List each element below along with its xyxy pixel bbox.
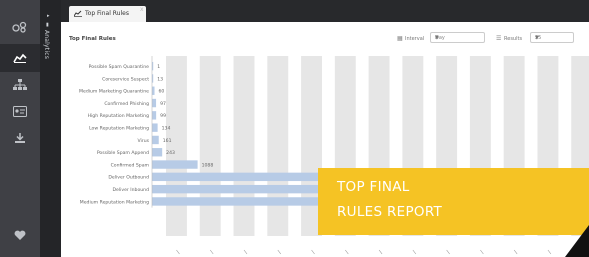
grid-stripe [233,56,255,236]
x-axis-tick [378,249,383,255]
category-label: Virus [137,138,149,144]
category-label: Low Reputation Marketing [89,125,149,131]
value-label: 243 [166,150,175,156]
value-label: 1 [157,64,160,70]
category-label: Medium Marketing Quarantine [79,89,149,95]
chart-bar[interactable] [152,135,159,145]
category-label: Possible Spam Append [97,150,149,156]
x-axis-tick [277,249,282,255]
chart-bar[interactable] [152,123,158,132]
value-label: 97 [160,101,166,107]
chart-bar[interactable] [152,111,157,120]
download-icon[interactable] [0,124,40,152]
tab-close-button[interactable]: x [140,6,144,13]
x-axis-tick [176,249,180,255]
tab-top-final-rules[interactable]: Top Final Rules x [69,6,146,22]
grid-stripe [267,56,289,236]
x-axis-tick [412,249,417,255]
tab-bar: Top Final Rules x [61,0,589,22]
bacteria-icon[interactable] [0,13,40,41]
category-label: High Reputation Marketing [88,113,150,119]
analytics-strip[interactable]: ▸ ▮ Analytics [40,0,61,257]
value-label: 161 [163,138,172,144]
heart-icon[interactable] [0,221,40,249]
value-label: 134 [162,125,171,131]
value-label: 99 [160,113,166,119]
x-axis-tick [243,249,248,255]
overlay-title-line1: TOP FINAL [337,179,410,195]
x-axis-tick [480,249,484,255]
grid-stripe [199,56,221,236]
analytics-chart-icon[interactable] [0,44,40,72]
category-label: Coreservice Suspect [102,76,149,82]
expand-arrow-icon[interactable]: ▸ [47,13,50,19]
x-axis-tick [446,249,450,255]
hierarchy-icon[interactable] [0,71,40,99]
overlay-title-line2: RULES REPORT [337,204,443,220]
report-overlay-banner: TOP FINAL RULES REPORT [318,168,589,235]
x-axis-tick [547,249,552,255]
value-label: 1088 [202,162,214,168]
category-label: Confirmed Phishing [104,101,149,107]
tab-label: Top Final Rules [85,10,129,17]
x-axis-tick [513,249,518,255]
chart-bar[interactable] [152,160,198,169]
chart-bar[interactable] [152,86,155,95]
category-label: Deliver Inbound [112,187,149,193]
x-axis-tick [311,249,315,255]
chart-bar[interactable] [152,148,163,157]
value-label: 13 [157,76,163,82]
category-label: Possible Spam Quarantine [89,64,149,70]
id-card-icon[interactable] [0,97,40,125]
icon-rail [0,0,40,257]
category-label: Deliver Outbound [108,175,149,181]
value-label: 60 [159,89,165,95]
analytics-strip-icon: ▮ [46,22,49,28]
tab-chart-icon [74,10,82,17]
x-axis-tick [209,249,214,255]
corner-decoration [565,225,589,257]
x-axis-tick [345,249,349,255]
analytics-section-label: Analytics [43,30,50,60]
chart-bar[interactable] [152,98,157,108]
category-label: Medium Reputation Marketing [80,199,149,205]
grid-stripe [166,56,187,236]
category-label: Confirmed Spam [111,162,150,168]
